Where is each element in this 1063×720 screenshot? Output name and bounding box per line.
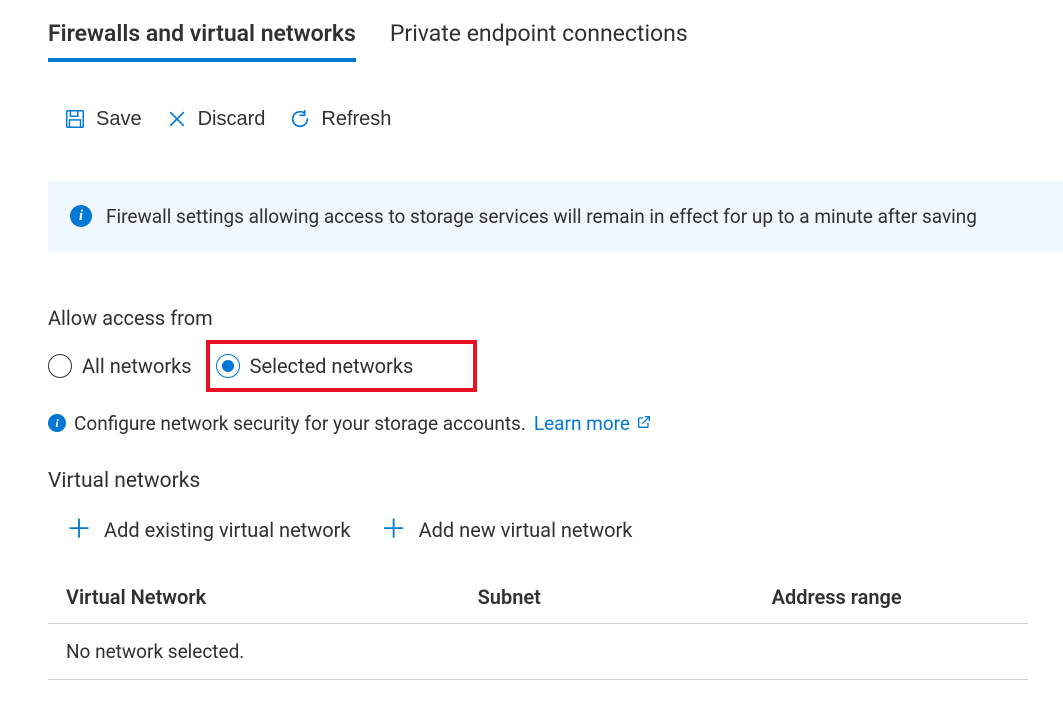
radio-all-networks-label: All networks <box>82 354 192 378</box>
info-banner-text: Firewall settings allowing access to sto… <box>106 205 977 228</box>
col-address-range: Address range <box>754 573 1028 624</box>
radio-selected-networks-label: Selected networks <box>250 354 414 378</box>
add-existing-vnet-button[interactable]: ＋ Add existing virtual network <box>66 517 351 543</box>
learn-more-link[interactable]: Learn more <box>534 412 652 435</box>
radio-all-networks[interactable]: All networks <box>48 354 192 378</box>
radio-icon <box>48 354 72 378</box>
add-new-vnet-button[interactable]: ＋ Add new virtual network <box>381 517 633 543</box>
add-existing-vnet-label: Add existing virtual network <box>104 518 351 542</box>
save-button[interactable]: Save <box>64 108 142 131</box>
table-row: No network selected. <box>48 623 1028 679</box>
refresh-button[interactable]: Refresh <box>289 108 391 131</box>
discard-label: Discard <box>198 108 266 131</box>
selected-networks-highlight: Selected networks <box>206 340 478 392</box>
info-icon: i <box>70 205 92 227</box>
virtual-networks-heading: Virtual networks <box>48 469 1063 493</box>
discard-button[interactable]: Discard <box>166 108 266 131</box>
info-banner: i Firewall settings allowing access to s… <box>48 181 1063 252</box>
tab-private-endpoints[interactable]: Private endpoint connections <box>390 20 688 62</box>
tab-bar: Firewalls and virtual networks Private e… <box>48 20 1063 62</box>
close-icon <box>166 108 188 130</box>
save-icon <box>64 108 86 130</box>
configure-note: i Configure network security for your st… <box>48 412 1063 435</box>
table-header-row: Virtual Network Subnet Address range <box>48 573 1028 624</box>
external-link-icon <box>636 412 652 435</box>
refresh-label: Refresh <box>321 108 391 131</box>
empty-row-text: No network selected. <box>48 623 1028 679</box>
refresh-icon <box>289 108 311 130</box>
learn-more-label: Learn more <box>534 412 630 435</box>
toolbar: Save Discard Refresh <box>48 108 1063 131</box>
radio-selected-networks[interactable]: Selected networks <box>216 354 414 378</box>
info-icon: i <box>48 414 66 432</box>
configure-note-text: Configure network security for your stor… <box>74 412 526 435</box>
plus-icon: ＋ <box>381 517 407 543</box>
col-virtual-network: Virtual Network <box>48 573 460 624</box>
allow-access-radios: All networks Selected networks <box>48 340 1063 392</box>
plus-icon: ＋ <box>66 517 92 543</box>
virtual-networks-actions: ＋ Add existing virtual network ＋ Add new… <box>48 517 1063 543</box>
radio-icon <box>216 354 240 378</box>
tab-firewalls[interactable]: Firewalls and virtual networks <box>48 20 356 62</box>
virtual-networks-table: Virtual Network Subnet Address range No … <box>48 573 1028 680</box>
allow-access-label: Allow access from <box>48 306 1063 330</box>
add-new-vnet-label: Add new virtual network <box>419 518 633 542</box>
save-label: Save <box>96 108 142 131</box>
col-subnet: Subnet <box>460 573 754 624</box>
